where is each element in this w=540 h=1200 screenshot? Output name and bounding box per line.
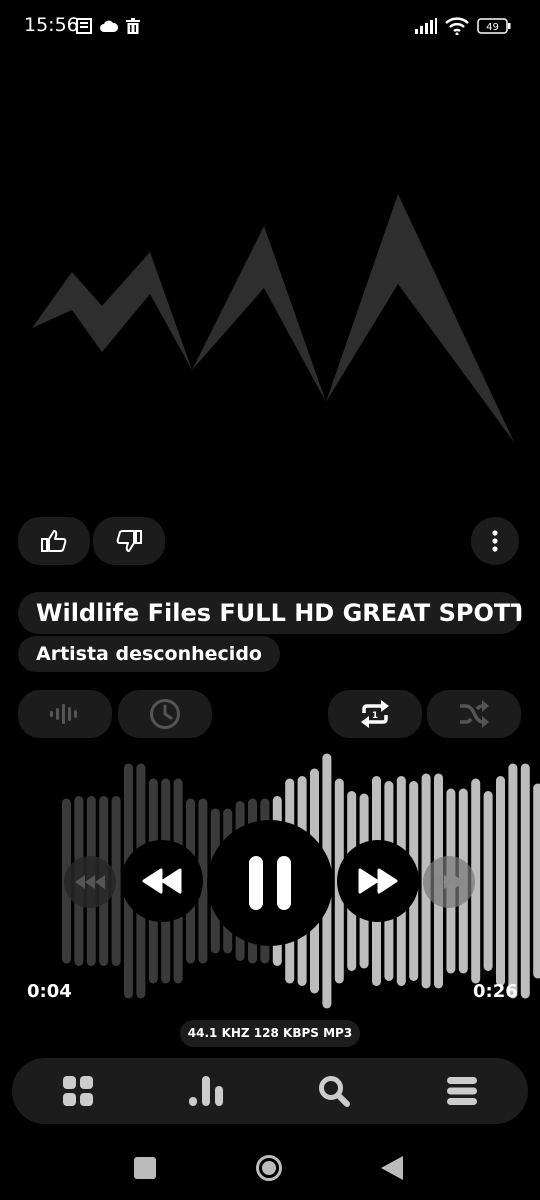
nav-equalizer-button[interactable]	[176, 1070, 236, 1112]
pause-icon	[249, 856, 291, 910]
sleep-timer-button[interactable]	[118, 690, 212, 738]
repeat-button[interactable]: 1	[328, 690, 422, 738]
notes-icon	[75, 16, 93, 36]
repeat-one-icon: 1	[361, 700, 389, 728]
equalizer-icon	[189, 1076, 223, 1106]
home-icon[interactable]	[254, 1153, 284, 1183]
album-artwork	[20, 180, 520, 450]
trash-icon	[125, 16, 141, 36]
track-artist: Artista desconhecido	[18, 636, 280, 672]
more-options-button[interactable]	[471, 517, 519, 565]
dislike-button[interactable]	[93, 517, 165, 565]
waveform-icon	[50, 704, 77, 724]
battery-level: 49	[486, 22, 499, 33]
thumbs-down-icon	[116, 530, 142, 552]
clock-icon	[150, 699, 180, 729]
rewind-icon	[142, 868, 182, 894]
recents-icon[interactable]	[132, 1155, 158, 1181]
menu-icon	[447, 1077, 477, 1105]
wifi-icon	[444, 16, 470, 36]
battery-icon: 49	[476, 16, 512, 36]
waveform-bar	[533, 783, 540, 979]
fast-forward-fast-button[interactable]	[423, 856, 475, 908]
status-time: 15:56	[24, 14, 79, 36]
waveform-bar	[496, 776, 505, 986]
nav-menu-button[interactable]	[432, 1070, 492, 1112]
audio-info-badge: 44.1 KHZ 128 KBPS MP3	[180, 1020, 360, 1047]
waveform-bar	[483, 791, 493, 971]
track-title: Wildlife Files FULL HD GREAT SPOTT	[18, 592, 522, 634]
like-button[interactable]	[18, 517, 90, 565]
elapsed-time: 0:04	[27, 981, 72, 1002]
search-icon	[319, 1076, 350, 1107]
svg-text:1: 1	[372, 711, 378, 721]
grid-icon	[63, 1076, 93, 1106]
cloud-icon	[99, 16, 119, 36]
waveform-bar	[508, 763, 518, 999]
rewind-fast-button[interactable]	[64, 856, 116, 908]
visualizer-button[interactable]	[18, 690, 112, 738]
fast-forward-icon	[358, 868, 398, 894]
shuffle-button[interactable]	[427, 690, 521, 738]
shuffle-icon	[460, 700, 489, 728]
waveform-bar	[520, 763, 530, 999]
rewind-fast-icon	[75, 875, 105, 889]
previous-button[interactable]	[121, 840, 203, 922]
mountain-logo-icon	[32, 194, 514, 442]
fast-forward-fast-icon	[434, 875, 464, 889]
nav-library-button[interactable]	[48, 1070, 108, 1112]
nav-search-button[interactable]	[304, 1070, 364, 1112]
total-duration: 0:26	[473, 981, 518, 1002]
play-pause-button[interactable]	[207, 820, 333, 946]
more-vertical-icon	[492, 530, 498, 552]
status-bar: 15:56 49	[0, 0, 540, 52]
back-icon[interactable]	[380, 1155, 404, 1181]
next-button[interactable]	[337, 840, 419, 922]
thumbs-up-icon	[41, 530, 67, 552]
signal-icon	[414, 16, 438, 36]
